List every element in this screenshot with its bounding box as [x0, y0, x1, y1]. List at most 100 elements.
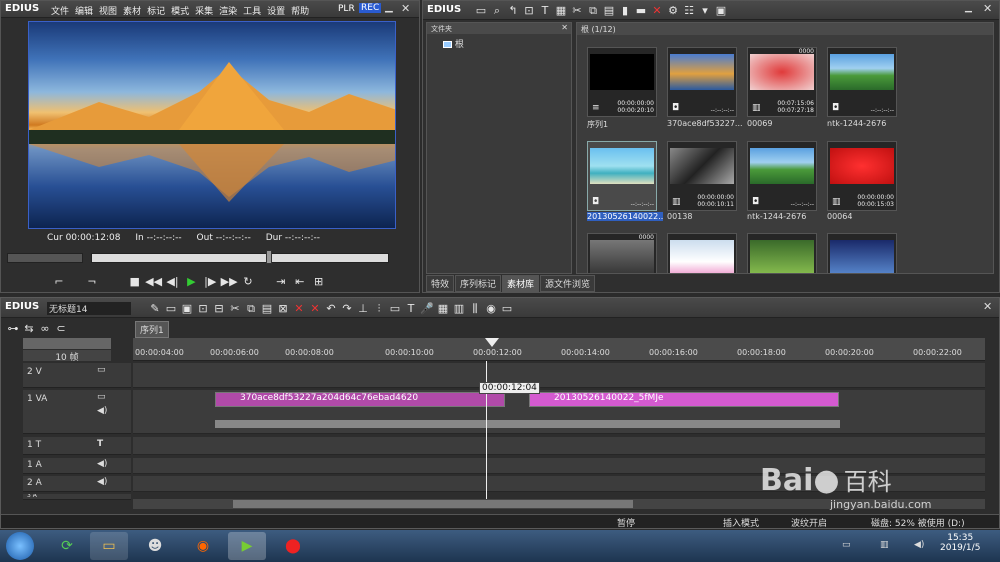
timeline-clip[interactable]: 20130526140022_5fMJe	[529, 392, 839, 407]
render-icon[interactable]: ▦	[435, 300, 451, 316]
menu-file[interactable]: 文件	[51, 7, 69, 17]
menu-tools[interactable]: 工具	[243, 7, 261, 17]
clip-thumbnail[interactable]: ◘ --:--:--:--	[747, 141, 817, 211]
vectorscope-icon[interactable]: ◉	[483, 300, 499, 316]
audio-icon[interactable]: ◀)	[97, 477, 107, 487]
clip-thumbnail-selected[interactable]: ◘ --:--:--:--	[587, 141, 657, 211]
menu-capture[interactable]: 采集	[195, 7, 213, 17]
minimize-icon[interactable]: ▁	[385, 2, 393, 13]
clip-thumbnail[interactable]: ◘ --:--:--:--	[667, 47, 737, 117]
fast-forward-icon[interactable]: ▶▶	[221, 273, 238, 289]
cut-icon[interactable]: ✂	[569, 2, 585, 18]
scrollbar-thumb[interactable]	[233, 500, 633, 508]
track-visible-icon[interactable]: ▭	[97, 365, 106, 375]
open-icon[interactable]: ▭	[163, 300, 179, 316]
track-header-1t[interactable]: 1 T T	[23, 437, 131, 455]
track-visible-icon[interactable]: ▭	[97, 392, 106, 402]
audio-icon[interactable]: ◀)	[97, 459, 107, 469]
clip-thumbnail[interactable]: ▥ 00:00:00:00 00:00:15:03	[827, 141, 897, 211]
sync-icon[interactable]: ⇆	[21, 320, 37, 336]
bin-close-icon[interactable]: ✕	[983, 2, 992, 15]
track-lane-1va[interactable]: 370ace8df53227a204d64c76ebad4620 2013052…	[133, 390, 985, 434]
layout-icon[interactable]: ▭	[499, 300, 515, 316]
add-clip-icon[interactable]: ⊡	[521, 2, 537, 18]
tray-volume-icon[interactable]: ◀)	[914, 540, 924, 550]
snap-icon[interactable]: ⊂	[53, 320, 69, 336]
clip-thumbnail[interactable]	[667, 233, 737, 273]
timeline-clip[interactable]: 370ace8df53227a204d64c76ebad4620	[215, 392, 505, 407]
menu-render[interactable]: 渲染	[219, 7, 237, 17]
replace-icon[interactable]: ⊠	[275, 300, 291, 316]
grid-icon[interactable]: ▥	[451, 300, 467, 316]
sequence-tab[interactable]: 序列1	[135, 321, 169, 338]
set-out-icon[interactable]: ¬	[84, 273, 100, 289]
wand-icon[interactable]: ✎	[147, 300, 163, 316]
folder-icon[interactable]: ▭	[473, 2, 489, 18]
capture-icon[interactable]: ▣	[713, 2, 729, 18]
plr-button[interactable]: PLR	[338, 4, 355, 14]
playhead-handle[interactable]	[485, 338, 499, 347]
overwrite-icon[interactable]: ⇤	[292, 273, 308, 289]
tab-sequence-markers[interactable]: 序列标记	[455, 275, 502, 292]
mixer-icon[interactable]: ⫼	[467, 301, 483, 317]
position-handle[interactable]	[266, 250, 272, 264]
paste-icon[interactable]: ▤	[259, 300, 275, 316]
jog-slider[interactable]	[7, 253, 83, 263]
tray-network-icon[interactable]: ▥	[880, 540, 889, 550]
menu-view[interactable]: 视图	[99, 7, 117, 17]
clip-thumbnail[interactable]: ≡ 00:00:00:00 00:00:20:10	[587, 47, 657, 117]
clip-thumbnail[interactable]: ▥ 00:00:00:00 00:00:10:11	[667, 141, 737, 211]
razor-icon[interactable]: ⊥	[355, 300, 371, 316]
position-slider[interactable]	[91, 253, 389, 263]
rewind-icon[interactable]: ◀◀	[145, 273, 162, 289]
audio-icon[interactable]: ◀)	[97, 406, 107, 416]
cut-icon[interactable]: ✂	[227, 300, 243, 316]
track-header-1va[interactable]: 1 VA ▭ ◀)	[23, 390, 131, 434]
paste-icon[interactable]: ▤	[601, 2, 617, 18]
menu-help[interactable]: 帮助	[291, 7, 309, 17]
title-icon[interactable]: T	[403, 300, 419, 316]
edius-icon[interactable]: ▶	[228, 532, 266, 560]
color-bar-icon[interactable]: ▦	[553, 2, 569, 18]
timescale-select[interactable]: 10 帧	[23, 350, 111, 363]
tab-bin[interactable]: 素材库	[502, 275, 540, 292]
mic-icon[interactable]: 🎤	[419, 300, 435, 316]
more-icon[interactable]: ▾	[697, 2, 713, 18]
track-header-3a[interactable]: 3 A	[23, 494, 131, 500]
close-icon[interactable]: ✕	[401, 2, 410, 15]
clip-thumbnail[interactable]	[827, 233, 897, 273]
new-seq-icon[interactable]: ⊡	[195, 300, 211, 316]
zoom-slider[interactable]	[23, 338, 111, 349]
timeline-icon[interactable]: ▬	[633, 2, 649, 18]
track-header-2v[interactable]: 2 V ▭	[23, 363, 131, 388]
player-icon[interactable]: ▮	[617, 2, 633, 18]
track-mode-icon[interactable]: ⊶	[5, 320, 21, 336]
tray-keyboard-icon[interactable]: ▭	[842, 540, 851, 550]
set-in-icon[interactable]: ⌐	[51, 273, 67, 289]
firefox-icon[interactable]: ◉	[184, 532, 222, 560]
tab-effects[interactable]: 特效	[426, 275, 455, 292]
clock[interactable]: 15:35 2019/1/5	[940, 533, 980, 553]
track-header-1a[interactable]: 1 A ◀)	[23, 458, 131, 474]
record-icon[interactable]: ⬤	[274, 532, 312, 560]
insert-icon[interactable]: ⇥	[273, 273, 289, 289]
clip-thumbnail[interactable]: ◘ --:--:--:--	[827, 47, 897, 117]
explorer-icon[interactable]: ▭	[90, 532, 128, 560]
link-icon[interactable]: ∞	[37, 320, 53, 336]
search-icon[interactable]: ⌕	[489, 3, 505, 19]
trim-icon[interactable]: ▭	[387, 300, 403, 316]
clip-thumbnail[interactable]	[747, 233, 817, 273]
root-folder[interactable]: 根	[443, 37, 464, 50]
ripple-delete-icon[interactable]: ✕	[307, 300, 323, 316]
copy-icon[interactable]: ⧉	[585, 3, 601, 19]
rec-button[interactable]: REC	[359, 3, 382, 13]
track-header-2a[interactable]: 2 A ◀)	[23, 476, 131, 492]
time-ruler[interactable]: 00:00:04:00 00:00:06:00 00:00:08:00 00:0…	[133, 338, 985, 361]
clip-thumbnail[interactable]: 0000	[587, 233, 657, 273]
menu-settings[interactable]: 设置	[267, 7, 285, 17]
up-icon[interactable]: ↰	[505, 2, 521, 18]
menu-marker[interactable]: 标记	[147, 7, 165, 17]
view-icon[interactable]: ☷	[681, 2, 697, 18]
start-button[interactable]	[6, 532, 34, 560]
redo-icon[interactable]: ↷	[339, 300, 355, 316]
